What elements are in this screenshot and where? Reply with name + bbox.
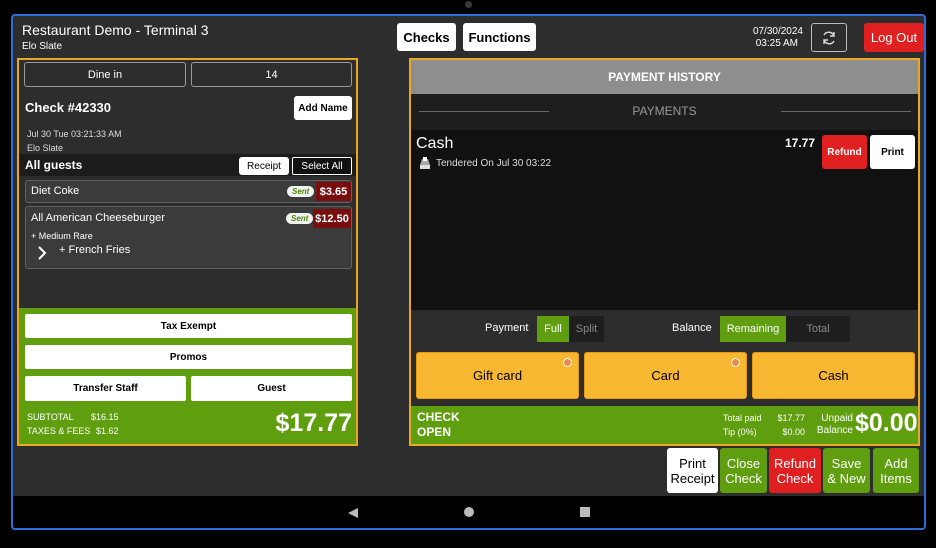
- sent-badge: Sent: [287, 186, 315, 197]
- add-name-button[interactable]: Add Name: [294, 96, 352, 120]
- home-icon[interactable]: [464, 507, 474, 517]
- camera-dot: [465, 1, 472, 8]
- cash-button[interactable]: Cash: [752, 352, 915, 399]
- cash-drawer-icon: [418, 156, 432, 175]
- order-total: $17.77: [275, 409, 352, 437]
- item-name: All American Cheeseburger: [31, 212, 165, 224]
- checks-button[interactable]: Checks: [397, 23, 456, 51]
- guest-button[interactable]: Guest: [191, 376, 352, 401]
- receipt-button[interactable]: Receipt: [239, 157, 289, 175]
- payment-amount: 17.77: [784, 136, 815, 150]
- app-screen: Restaurant Demo - Terminal 3 Elo Slate C…: [11, 14, 926, 530]
- all-guests-label: All guests: [25, 158, 83, 172]
- select-all-button[interactable]: Select All: [292, 157, 352, 175]
- item-price: $3.65: [316, 182, 351, 201]
- balance-total-toggle[interactable]: Total: [786, 316, 850, 342]
- tendered-text: Tendered On Jul 30 03:22: [436, 158, 552, 169]
- order-item-cheeseburger[interactable]: All American Cheeseburger Sent $12.50 + …: [25, 206, 352, 269]
- sent-badge: Sent: [286, 213, 314, 224]
- card-button[interactable]: Card: [584, 352, 747, 399]
- order-item-diet-coke[interactable]: Diet Coke Sent $3.65: [25, 180, 352, 203]
- transfer-staff-button[interactable]: Transfer Staff: [25, 376, 186, 401]
- close-check-line2: Check: [725, 470, 762, 486]
- item-name: Diet Coke: [31, 185, 80, 197]
- payment-method: Cash: [416, 135, 454, 152]
- tip-value: $0.00: [782, 427, 805, 437]
- add-items-line1: Add: [884, 455, 908, 471]
- add-items-button[interactable]: Add Items: [873, 448, 919, 493]
- payment-history-title: PAYMENT HISTORY: [411, 60, 918, 94]
- taxes-value: $1.62: [96, 426, 119, 436]
- divider-right: [781, 111, 911, 112]
- check-status-line1: CHECK: [417, 410, 460, 424]
- gift-card-button[interactable]: Gift card: [416, 352, 579, 399]
- add-items-line2: Items: [880, 470, 912, 486]
- gift-card-label: Gift card: [472, 368, 523, 383]
- balance-mode-label: Balance: [672, 322, 712, 334]
- system-nav-bar: [13, 496, 924, 528]
- check-datetime: Jul 30 Tue 03:21:33 AM: [27, 129, 122, 139]
- print-receipt-line2: Receipt: [670, 470, 715, 486]
- status-dot-icon: [563, 358, 572, 367]
- close-check-button[interactable]: Close Check: [720, 448, 767, 493]
- current-date: 07/30/2024: [752, 26, 803, 37]
- refund-payment-button[interactable]: Refund: [822, 135, 867, 169]
- unpaid-label: Unpaid: [821, 413, 853, 424]
- status-dot-icon: [731, 358, 740, 367]
- check-title: Check #42330: [25, 100, 112, 115]
- device-name: Elo Slate: [22, 41, 63, 52]
- logout-button[interactable]: Log Out: [864, 23, 924, 52]
- taxes-label: TAXES & FEES: [27, 426, 91, 436]
- print-payment-button[interactable]: Print: [870, 135, 915, 169]
- order-actions-panel: Tax Exempt Promos Transfer Staff Guest S…: [19, 308, 356, 444]
- check-device: Elo Slate: [27, 143, 64, 153]
- total-paid-label: Total paid: [723, 413, 762, 423]
- item-price: $12.50: [313, 209, 351, 228]
- print-receipt-line1: Print: [679, 455, 706, 471]
- back-icon[interactable]: [347, 506, 359, 524]
- balance-label: Balance: [816, 425, 853, 436]
- order-panel: Dine in 14 Check #42330 Add Name Jul 30 …: [17, 58, 358, 446]
- unpaid-balance-value: $0.00: [855, 409, 918, 437]
- subtotal-label: SUBTOTAL: [27, 412, 74, 422]
- payment-history-panel: PAYMENT HISTORY PAYMENTS Cash 17.77 Tend…: [409, 58, 920, 446]
- card-label: Card: [651, 368, 680, 383]
- total-paid-value: $17.77: [777, 413, 805, 423]
- subtotal-value: $16.15: [91, 412, 119, 422]
- close-check-line1: Close: [726, 455, 761, 471]
- payments-list: Cash 17.77 Tendered On Jul 30 03:22 Refu…: [411, 130, 918, 310]
- print-receipt-button[interactable]: Print Receipt: [667, 448, 718, 493]
- payment-mode-label: Payment: [485, 322, 529, 334]
- refresh-button[interactable]: [811, 23, 847, 52]
- app-title: Restaurant Demo - Terminal 3: [22, 22, 209, 38]
- table-number-tab[interactable]: 14: [191, 62, 352, 87]
- payment-split-toggle[interactable]: Split: [569, 316, 604, 342]
- tax-exempt-button[interactable]: Tax Exempt: [25, 314, 352, 338]
- modifier-french-fries: + French Fries: [59, 244, 131, 256]
- order-type-tab[interactable]: Dine in: [24, 62, 186, 87]
- modifier-medium-rare: + Medium Rare: [31, 231, 93, 241]
- tip-label: Tip (0%): [723, 427, 757, 437]
- functions-button[interactable]: Functions: [463, 23, 536, 51]
- save-new-line1: Save: [831, 455, 862, 471]
- payments-section-header: PAYMENTS: [411, 94, 918, 130]
- promos-button[interactable]: Promos: [25, 345, 352, 369]
- refund-check-line2: Check: [776, 470, 814, 486]
- tablet-device: Restaurant Demo - Terminal 3 Elo Slate C…: [0, 0, 936, 548]
- guests-header: All guests Receipt Select All: [19, 154, 356, 176]
- refresh-icon: [823, 31, 835, 44]
- recents-icon[interactable]: [580, 507, 590, 517]
- check-status-bar: CHECK OPEN Total paid $17.77 Tip (0%) $0…: [411, 406, 918, 444]
- current-time: 03:25 AM: [755, 38, 798, 49]
- balance-remaining-toggle[interactable]: Remaining: [720, 316, 786, 342]
- check-status-line2: OPEN: [417, 425, 452, 439]
- payment-full-toggle[interactable]: Full: [537, 316, 569, 342]
- save-new-line2: & New: [827, 470, 866, 486]
- refund-check-line1: Refund: [774, 455, 816, 471]
- save-new-button[interactable]: Save & New: [823, 448, 870, 493]
- refund-check-button[interactable]: Refund Check: [769, 448, 821, 493]
- chevron-right-icon[interactable]: [37, 245, 47, 266]
